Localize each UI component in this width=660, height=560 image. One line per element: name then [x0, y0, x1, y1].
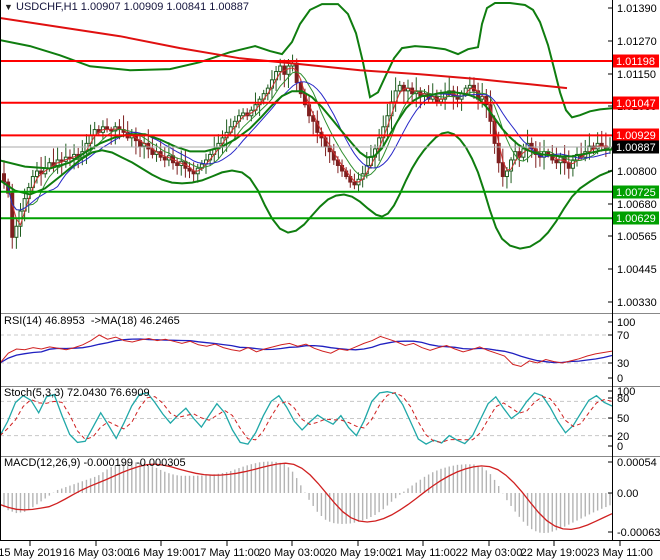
candle-body — [92, 129, 97, 136]
rsi-header: RSI(14) 46.8953 ->MA(18) 46.2465 — [4, 315, 180, 327]
stoch-axis-label: 50 — [617, 413, 629, 425]
rsi-axis-label: 0 — [617, 373, 623, 385]
time-label: 21 May 11:00 — [390, 547, 456, 559]
support-price-label: 1.00725 — [616, 187, 656, 199]
rsi-axis-label: 30 — [617, 358, 629, 370]
stoch-header: Stoch(5,3,3) 72.0430 76.6909 — [4, 387, 150, 399]
candle-body — [286, 65, 291, 75]
candle-body — [109, 129, 114, 132]
symbol-dropdown-icon[interactable]: ▼ — [4, 2, 13, 12]
time-label: 17 May 11:00 — [194, 547, 260, 559]
candle-body — [566, 162, 571, 169]
time-label: 23 May 11:00 — [587, 547, 653, 559]
price-label: 1.00680 — [617, 199, 657, 211]
current-price-label: 1.00887 — [616, 142, 656, 154]
mt-chart-window: ▼ USDCHF,H1 1.00907 1.00909 1.00841 1.00… — [0, 0, 660, 560]
candle-body — [504, 170, 509, 178]
resistance-price-label: 1.01047 — [616, 98, 656, 110]
chart-title: USDCHF,H1 1.00907 1.00909 1.00841 1.0088… — [16, 1, 249, 13]
rsi-axis-label: 100 — [617, 317, 635, 329]
macd-axis-label: -0.00063 — [617, 527, 660, 539]
candle-body — [467, 84, 472, 89]
candle-body — [500, 162, 505, 178]
macd-axis-label: 0.00054 — [617, 457, 657, 469]
candle-body — [352, 181, 357, 186]
price-label: 1.00445 — [617, 264, 657, 276]
time-label: 16 May 19:00 — [128, 547, 195, 559]
macd-header: MACD(12,26,9) -0.000199 -0.000305 — [4, 457, 186, 469]
candle-body — [278, 65, 283, 73]
macd-axis-label: 0.00 — [617, 488, 638, 500]
candle-body — [554, 159, 559, 164]
resistance-price-label: 1.01198 — [616, 56, 655, 68]
time-label: 16 May 03:00 — [63, 547, 130, 559]
time-label: 20 May 03:00 — [259, 547, 326, 559]
support-price-label: 1.00629 — [616, 213, 656, 225]
candle-body — [397, 84, 402, 92]
rsi-axis-label: 70 — [617, 330, 629, 342]
time-label: 20 May 19:00 — [325, 547, 392, 559]
stoch-axis-label: 80 — [617, 393, 629, 405]
time-label: 22 May 19:00 — [521, 547, 588, 559]
time-label: 22 May 03:00 — [456, 547, 523, 559]
price-label: 1.00565 — [617, 231, 657, 243]
price-label: 1.00330 — [617, 297, 657, 309]
candle-body — [162, 156, 167, 161]
stoch-axis-label: 0 — [617, 441, 623, 453]
price-label: 1.01270 — [617, 36, 657, 48]
resistance-price-label: 1.00929 — [616, 130, 656, 142]
candle-body — [241, 112, 246, 117]
price-label: 1.01390 — [617, 3, 657, 15]
candle-body — [2, 173, 6, 183]
price-label: 1.00800 — [617, 166, 657, 178]
chart-symbol: USDCHF,H1 — [16, 1, 78, 13]
chart-quotes: 1.00907 1.00909 1.00841 1.00887 — [80, 1, 250, 13]
price-label: 1.01150 — [617, 69, 656, 81]
candle-body — [14, 225, 19, 238]
candle-body — [34, 170, 39, 178]
price-chart-canvas[interactable]: 1.013901.012701.011501.010351.008001.006… — [0, 0, 660, 560]
candle-body — [175, 162, 180, 166]
time-label: 15 May 2019 — [0, 547, 62, 559]
